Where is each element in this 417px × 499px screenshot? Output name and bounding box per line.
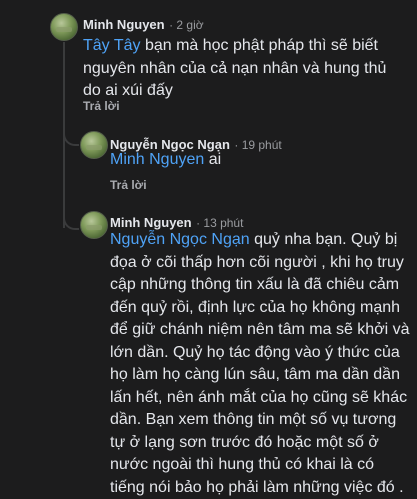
reply-button[interactable]: Trả lời [83,99,120,113]
author-name[interactable]: Minh Nguyen [110,215,192,230]
comment-text: Nguyễn Ngọc Ngạn quỷ nha bạn. Quỷ bị đọa… [110,231,410,496]
mention-link[interactable]: Nguyễn Ngọc Ngạn [110,231,250,248]
comment-text: Minh Nguyen ai [110,151,222,168]
reply-button[interactable]: Trả lời [110,178,147,192]
mention-link[interactable]: Tây Tây [83,37,141,54]
avatar[interactable] [80,211,108,239]
author-name[interactable]: Minh Nguyen [83,17,165,32]
timestamp[interactable]: · 13 phút [196,216,243,230]
thread-connector [63,214,79,230]
avatar[interactable] [50,13,78,41]
timestamp[interactable]: · 2 giờ [169,18,204,32]
mention-link[interactable]: Minh Nguyen [110,151,204,168]
comment-text: Tây Tây bạn mà học phật pháp thì sẽ biết… [83,37,387,99]
avatar[interactable] [80,131,108,159]
thread-connector [63,130,79,146]
comment-header: Minh Nguyen · 2 giờ [83,16,204,34]
